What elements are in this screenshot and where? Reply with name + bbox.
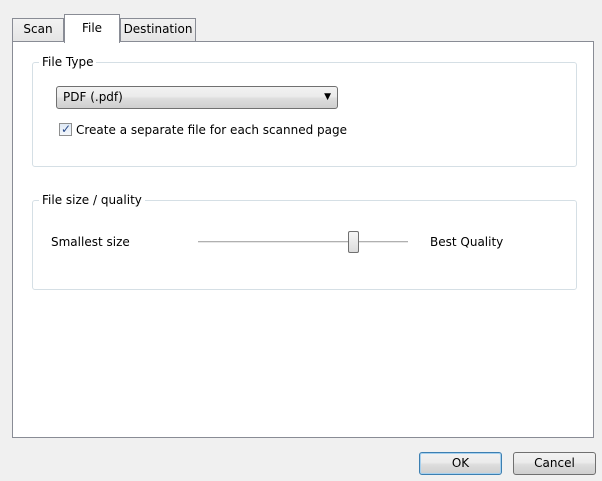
tab-file[interactable]: File — [64, 14, 120, 43]
tab-destination[interactable]: Destination — [120, 18, 196, 42]
file-type-dropdown[interactable]: PDF (.pdf) ▼ — [56, 86, 338, 109]
separate-file-label[interactable]: Create a separate file for each scanned … — [76, 122, 347, 138]
quality-legend: File size / quality — [39, 193, 145, 207]
slider-thumb[interactable] — [348, 231, 360, 253]
slider-track[interactable] — [198, 241, 408, 243]
file-type-group: File Type PDF (.pdf) ▼ ✓ Create a separa… — [32, 55, 577, 167]
best-quality-label: Best Quality — [430, 235, 504, 249]
file-type-selected-value: PDF (.pdf) — [63, 90, 123, 104]
tab-scan[interactable]: Scan — [12, 18, 64, 42]
checkmark-icon: ✓ — [61, 122, 72, 136]
cancel-button[interactable]: Cancel — [513, 452, 596, 475]
file-type-legend: File Type — [39, 55, 97, 69]
separate-file-checkbox[interactable]: ✓ — [59, 122, 72, 136]
file-tab-page: File Type PDF (.pdf) ▼ ✓ Create a separa… — [12, 41, 594, 438]
smallest-size-label: Smallest size — [51, 235, 130, 249]
ok-button[interactable]: OK — [419, 452, 502, 475]
quality-group: File size / quality Smallest size Best Q… — [32, 193, 577, 290]
quality-slider[interactable] — [198, 230, 408, 254]
tab-strip: Scan File Destination — [12, 14, 602, 43]
chevron-down-icon: ▼ — [324, 92, 331, 102]
